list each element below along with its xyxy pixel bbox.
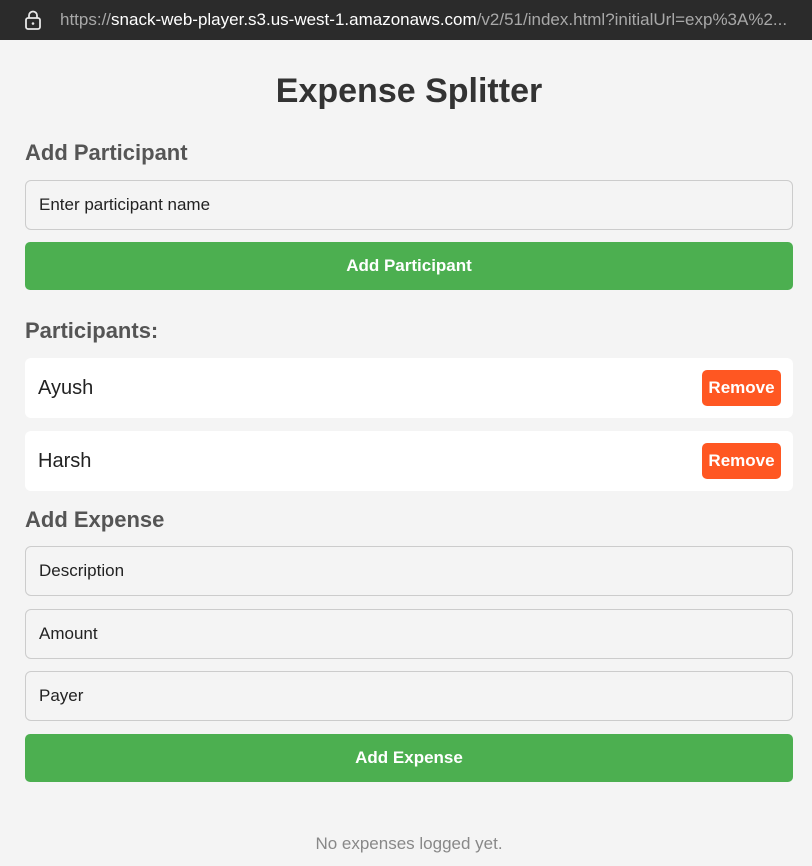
add-expense-heading: Add Expense: [25, 507, 165, 532]
expense-amount-input[interactable]: [25, 609, 793, 659]
remove-participant-button[interactable]: Remove: [702, 443, 781, 479]
url-host: snack-web-player.s3.us-west-1.amazonaws.…: [111, 10, 477, 29]
add-expense-button[interactable]: Add Expense: [25, 734, 793, 782]
expense-description-input[interactable]: [25, 546, 793, 596]
add-participant-heading: Add Participant: [25, 140, 188, 165]
lock-icon: [25, 10, 41, 30]
browser-address-bar[interactable]: https://snack-web-player.s3.us-west-1.am…: [0, 0, 812, 40]
page-title: Expense Splitter: [275, 72, 543, 110]
add-participant-button[interactable]: Add Participant: [25, 242, 793, 290]
participant-item: Harsh Remove: [25, 431, 793, 491]
remove-participant-button[interactable]: Remove: [702, 370, 781, 406]
url-prefix: https://: [60, 10, 112, 29]
no-expenses-message: No expenses logged yet.: [315, 834, 503, 853]
participant-item: Ayush Remove: [25, 358, 793, 418]
participant-name: Ayush: [38, 376, 94, 399]
url-path: /v2/51/index.html?initialUrl=exp%3A%2...: [476, 10, 788, 29]
participants-heading: Participants:: [25, 318, 159, 343]
url-text[interactable]: https://snack-web-player.s3.us-west-1.am…: [60, 10, 787, 30]
participant-name-input[interactable]: [25, 180, 793, 230]
participant-name: Harsh: [38, 449, 92, 472]
expense-payer-input[interactable]: [25, 671, 793, 721]
